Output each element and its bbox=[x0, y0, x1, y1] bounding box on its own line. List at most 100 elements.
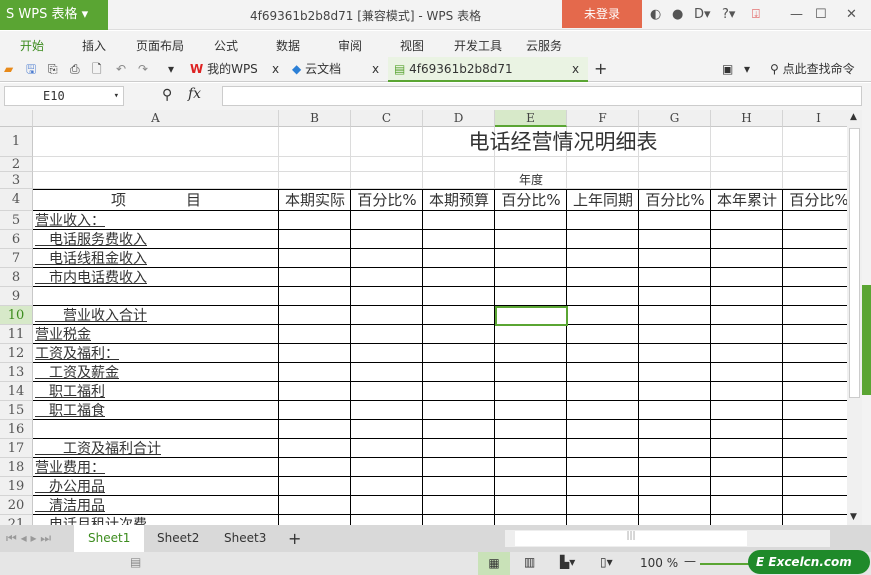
cell[interactable] bbox=[423, 325, 495, 344]
cell[interactable] bbox=[495, 325, 567, 344]
cell[interactable] bbox=[711, 172, 783, 189]
cell[interactable] bbox=[351, 477, 423, 496]
cell[interactable] bbox=[279, 344, 351, 363]
new-tab-button[interactable]: + bbox=[594, 57, 607, 82]
cell[interactable] bbox=[711, 268, 783, 287]
column-header-D[interactable]: D bbox=[423, 110, 495, 127]
cell[interactable] bbox=[351, 420, 423, 439]
redo-icon[interactable]: ↷ bbox=[138, 57, 148, 82]
cell[interactable] bbox=[33, 287, 279, 306]
cell[interactable] bbox=[423, 157, 495, 172]
cell[interactable] bbox=[351, 458, 423, 477]
sheet-nav-arrows[interactable]: ⏮ ◂ ▸ ⏭ bbox=[0, 525, 57, 552]
column-header-F[interactable]: F bbox=[567, 110, 639, 127]
normal-view-icon[interactable]: ▦ bbox=[478, 552, 510, 575]
doc-tab-active[interactable]: ▤ 4f69361b2b8d71 bbox=[388, 57, 588, 82]
row-header[interactable]: 13 bbox=[0, 363, 33, 382]
row-header[interactable]: 1 bbox=[0, 127, 33, 157]
cell[interactable] bbox=[423, 363, 495, 382]
cell[interactable] bbox=[567, 439, 639, 458]
cell[interactable] bbox=[279, 458, 351, 477]
cell[interactable] bbox=[33, 172, 279, 189]
cell[interactable] bbox=[495, 458, 567, 477]
menu-view[interactable]: 视图 bbox=[400, 37, 424, 54]
close-tab-icon[interactable]: x bbox=[272, 57, 279, 82]
cell[interactable] bbox=[639, 458, 711, 477]
scroll-thumb[interactable] bbox=[849, 128, 860, 398]
cell[interactable] bbox=[639, 172, 711, 189]
cell[interactable] bbox=[279, 157, 351, 172]
cell[interactable] bbox=[567, 268, 639, 287]
cell[interactable] bbox=[567, 344, 639, 363]
cell[interactable] bbox=[423, 172, 495, 189]
column-header-A[interactable]: A bbox=[33, 110, 279, 127]
cell[interactable] bbox=[495, 496, 567, 515]
scroll-up-icon[interactable]: ▲ bbox=[850, 112, 857, 122]
side-panel-toggle[interactable] bbox=[862, 285, 871, 395]
download-icon[interactable]: ⍗ bbox=[752, 7, 760, 22]
cell[interactable] bbox=[711, 458, 783, 477]
cell[interactable] bbox=[783, 287, 847, 306]
cell[interactable] bbox=[783, 363, 847, 382]
cell[interactable] bbox=[639, 157, 711, 172]
column-header-B[interactable]: B bbox=[279, 110, 351, 127]
cell[interactable] bbox=[639, 325, 711, 344]
cell[interactable] bbox=[423, 458, 495, 477]
cell[interactable] bbox=[639, 439, 711, 458]
help-icon[interactable]: ?▾ bbox=[722, 7, 735, 22]
select-all-corner[interactable] bbox=[0, 110, 33, 127]
cell[interactable] bbox=[351, 363, 423, 382]
cell[interactable] bbox=[567, 249, 639, 268]
cell[interactable] bbox=[279, 211, 351, 230]
cell[interactable] bbox=[279, 477, 351, 496]
close-tab-icon[interactable]: x bbox=[572, 57, 579, 82]
add-sheet-button[interactable]: + bbox=[274, 525, 315, 552]
cell[interactable] bbox=[711, 287, 783, 306]
cell[interactable] bbox=[711, 382, 783, 401]
doc-tab-cloud[interactable]: ◆ 云文档 bbox=[292, 57, 341, 82]
row-header[interactable]: 14 bbox=[0, 382, 33, 401]
cell[interactable] bbox=[639, 287, 711, 306]
cell[interactable] bbox=[351, 496, 423, 515]
cell[interactable] bbox=[279, 363, 351, 382]
cell[interactable] bbox=[351, 325, 423, 344]
scroll-thumb[interactable]: ||| bbox=[515, 531, 747, 546]
cell[interactable] bbox=[567, 287, 639, 306]
save-icon[interactable]: 🖫 bbox=[26, 57, 36, 82]
selected-cell-E10[interactable] bbox=[495, 306, 568, 326]
menu-formulas[interactable]: 公式 bbox=[214, 37, 238, 54]
feedback-icon[interactable]: D▾ bbox=[694, 7, 711, 22]
print-icon[interactable]: ⎙ bbox=[70, 57, 80, 82]
cell[interactable] bbox=[495, 363, 567, 382]
page-break-view-icon[interactable]: ▥ bbox=[524, 555, 535, 569]
cell[interactable] bbox=[279, 496, 351, 515]
menu-cloud[interactable]: 云服务 bbox=[526, 37, 562, 54]
cell[interactable] bbox=[495, 249, 567, 268]
zoom-level[interactable]: 100 % bbox=[640, 556, 678, 570]
cell[interactable] bbox=[495, 401, 567, 420]
cell[interactable] bbox=[351, 211, 423, 230]
scroll-down-icon[interactable]: ▼ bbox=[850, 512, 857, 522]
column-header-H[interactable]: H bbox=[711, 110, 783, 127]
cell[interactable] bbox=[783, 496, 847, 515]
present-icon[interactable]: ▣ bbox=[722, 57, 733, 82]
cell[interactable] bbox=[495, 420, 567, 439]
cell[interactable] bbox=[423, 306, 495, 325]
name-box[interactable]: E10 ▾ bbox=[4, 86, 124, 106]
cell[interactable] bbox=[495, 157, 567, 172]
cell[interactable] bbox=[783, 477, 847, 496]
cell[interactable] bbox=[279, 420, 351, 439]
cell[interactable] bbox=[567, 401, 639, 420]
cell[interactable] bbox=[711, 306, 783, 325]
cell[interactable] bbox=[783, 230, 847, 249]
sheet-info-icon[interactable]: ▤ bbox=[130, 555, 141, 569]
cell[interactable] bbox=[33, 420, 279, 439]
cell[interactable] bbox=[711, 325, 783, 344]
row-header[interactable]: 19 bbox=[0, 477, 33, 496]
cell[interactable] bbox=[639, 401, 711, 420]
cell[interactable] bbox=[639, 249, 711, 268]
cell[interactable] bbox=[495, 439, 567, 458]
cell[interactable] bbox=[351, 230, 423, 249]
vertical-scrollbar[interactable]: ▲ ▼ bbox=[847, 110, 862, 525]
cell[interactable] bbox=[711, 157, 783, 172]
